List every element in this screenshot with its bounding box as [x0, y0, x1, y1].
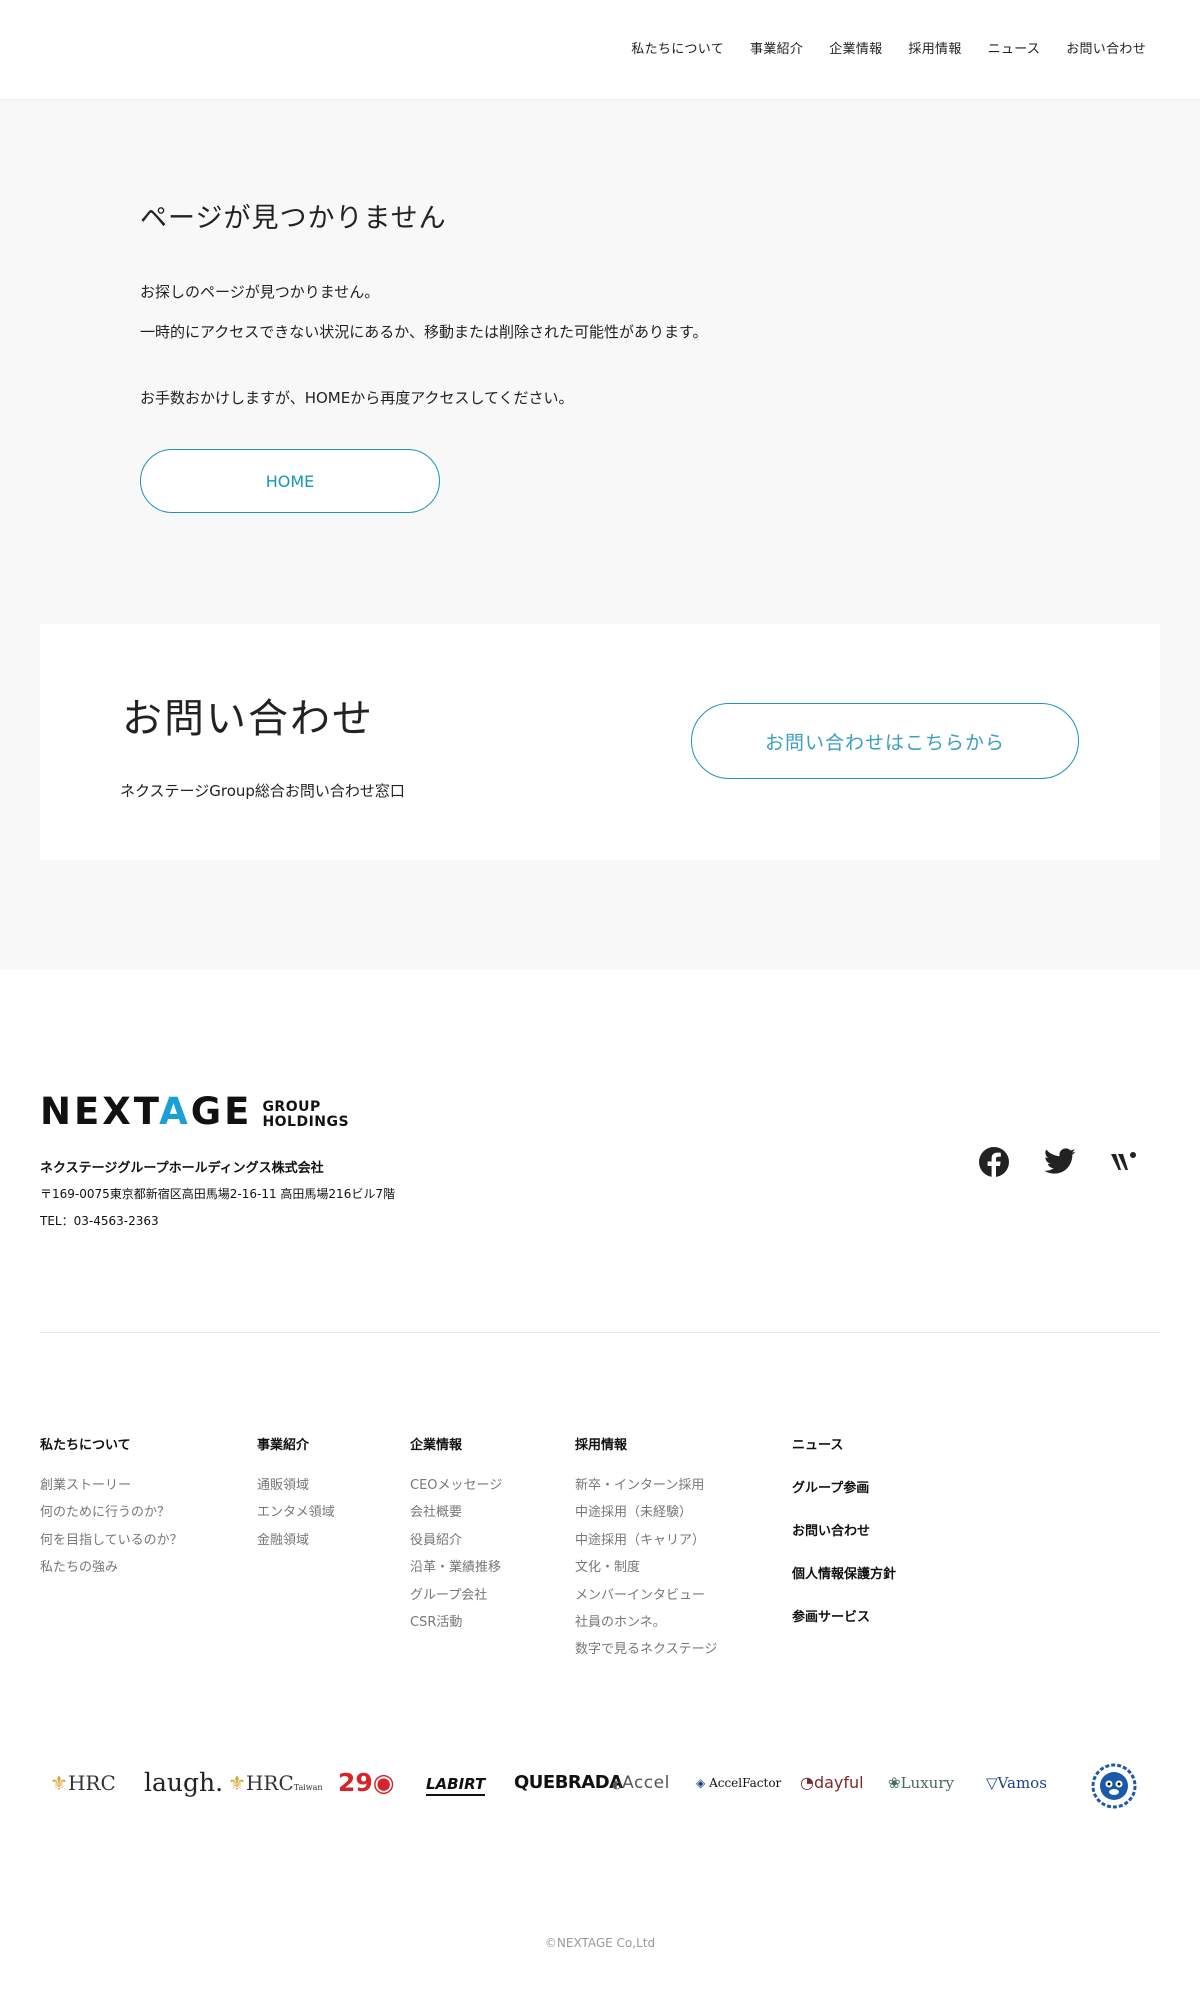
brand-sheep-icon[interactable] [1090, 1762, 1138, 1818]
brand-29[interactable]: 29◉ [338, 1768, 395, 1798]
nav-recruit[interactable]: 採用情報 [908, 38, 961, 57]
footer-link[interactable]: 私たちの強み [40, 1556, 183, 1583]
contact-subtitle: ネクステージGroup総合お問い合わせ窓口 [120, 782, 405, 800]
footer-link[interactable]: 中途採用（未経験） [575, 1501, 717, 1528]
company-name: ネクステージグループホールディングス株式会社 [40, 1161, 324, 1176]
footer-link[interactable]: メンバーインタビュー [575, 1584, 717, 1611]
footer-heading[interactable]: 事業紹介 [257, 1434, 335, 1453]
company-address: 〒169-0075東京都新宿区高田馬場2-16-11 高田馬場216ビル7階 [40, 1187, 395, 1201]
nav-corporate[interactable]: 企業情報 [829, 38, 882, 57]
wantedly-icon[interactable] [1109, 1145, 1143, 1179]
brand-quebrada[interactable]: QUEBRADA [514, 1768, 623, 1798]
footer-link[interactable]: 創業ストーリー [40, 1474, 183, 1501]
footer-link[interactable]: CSR活動 [410, 1611, 502, 1638]
brand-laugh[interactable]: laugh. [144, 1768, 223, 1798]
footer-heading[interactable]: 私たちについて [40, 1434, 183, 1453]
brand-accelfactor[interactable]: ◈ AccelFactor [696, 1768, 781, 1798]
footer-link[interactable]: 何を目指しているのか？ [40, 1529, 183, 1556]
footer-link-privacy[interactable]: 個人情報保護方針 [792, 1563, 896, 1606]
contact-button[interactable]: お問い合わせはこちらから [691, 703, 1079, 779]
not-found-message-1: お探しのページが見つかりません。 [140, 283, 380, 301]
brand-logos: ⚜HRC laugh. ⚜HRCTaiwan 29◉ LABIRT QUEBRA… [0, 1760, 1200, 1810]
home-button[interactable]: HOME [140, 449, 440, 513]
footer-col-recruit: 採用情報 新卒・インターン採用 中途採用（未経験） 中途採用（キャリア） 文化・… [575, 1434, 717, 1666]
footer-link-contact[interactable]: お問い合わせ [792, 1520, 896, 1563]
footer-link[interactable]: 金融領域 [257, 1529, 335, 1556]
footer-link[interactable]: CEOメッセージ [410, 1474, 502, 1501]
footer-col-corporate: 企業情報 CEOメッセージ 会社概要 役員紹介 沿革・業績推移 グループ会社 C… [410, 1434, 502, 1638]
not-found-message-3: お手数おかけしますが、HOMEから再度アクセスしてください。 [140, 389, 574, 407]
footer-link[interactable]: 通販領域 [257, 1474, 335, 1501]
footer-link-services[interactable]: 参画サービス [792, 1606, 896, 1649]
global-nav: 私たちについて 事業紹介 企業情報 採用情報 ニュース お問い合わせ [605, 38, 1146, 57]
logo-wordmark: NEXTAGE [40, 1090, 253, 1133]
contact-card: お問い合わせ ネクステージGroup総合お問い合わせ窓口 お問い合わせはこちらか… [40, 624, 1160, 860]
nav-news[interactable]: ニュース [988, 38, 1041, 57]
brand-hrc-taiwan[interactable]: ⚜HRCTaiwan [228, 1768, 323, 1803]
footer-link[interactable]: 会社概要 [410, 1501, 502, 1528]
footer-link-news[interactable]: ニュース [792, 1434, 896, 1477]
footer-divider [40, 1332, 1160, 1333]
company-tel: TEL：03-4563-2363 [40, 1214, 159, 1228]
footer-link[interactable]: グループ会社 [410, 1584, 502, 1611]
brand-accel[interactable]: ◐Accel [612, 1768, 670, 1800]
not-found-message-2: 一時的にアクセスできない状況にあるか、移動または削除された可能性があります。 [140, 323, 708, 341]
brand-luxury[interactable]: ❀Luxury [888, 1768, 954, 1798]
twitter-icon[interactable] [1043, 1145, 1077, 1179]
contact-title: お問い合わせ [122, 696, 374, 742]
footer-link[interactable]: 役員紹介 [410, 1529, 502, 1556]
footer-link[interactable]: エンタメ領域 [257, 1501, 335, 1528]
nav-business[interactable]: 事業紹介 [750, 38, 803, 57]
footer-link[interactable]: 中途採用（キャリア） [575, 1529, 717, 1556]
footer-link[interactable]: 沿革・業績推移 [410, 1556, 502, 1583]
footer-link[interactable]: 何のために行うのか？ [40, 1501, 183, 1528]
footer-link[interactable]: 数字で見るネクステージ [575, 1638, 717, 1665]
brand-hrc[interactable]: ⚜HRC [50, 1768, 116, 1798]
site-header: 私たちについて 事業紹介 企業情報 採用情報 ニュース お問い合わせ [0, 0, 1200, 100]
nav-contact[interactable]: お問い合わせ [1066, 38, 1146, 57]
footer-logo[interactable]: NEXTAGE GROUP HOLDINGS [40, 1090, 349, 1130]
brand-dayful[interactable]: ◔dayful [800, 1768, 864, 1798]
footer-link[interactable]: 文化・制度 [575, 1556, 717, 1583]
footer-col-business: 事業紹介 通販領域 エンタメ領域 金融領域 [257, 1434, 335, 1556]
footer-link[interactable]: 新卒・インターン採用 [575, 1474, 717, 1501]
copyright: ©NEXTAGE Co,Ltd [544, 1936, 656, 1950]
brand-labirt[interactable]: LABIRT [426, 1774, 486, 1796]
logo-subtext: GROUP HOLDINGS [262, 1099, 350, 1130]
nav-about[interactable]: 私たちについて [631, 38, 724, 57]
facebook-icon[interactable] [977, 1145, 1011, 1179]
footer-link-group[interactable]: グループ参画 [792, 1477, 896, 1520]
footer-link[interactable]: 社員のホンネ。 [575, 1611, 717, 1638]
footer-heading[interactable]: 企業情報 [410, 1434, 502, 1453]
footer-col-about: 私たちについて 創業ストーリー 何のために行うのか？ 何を目指しているのか？ 私… [40, 1434, 183, 1584]
footer-col-misc: ニュース グループ参画 お問い合わせ 個人情報保護方針 参画サービス [792, 1434, 896, 1649]
page-title: ページが見つかりません [140, 203, 447, 234]
brand-vamos[interactable]: ▽Vamos [986, 1768, 1047, 1798]
footer-heading[interactable]: 採用情報 [575, 1434, 717, 1453]
